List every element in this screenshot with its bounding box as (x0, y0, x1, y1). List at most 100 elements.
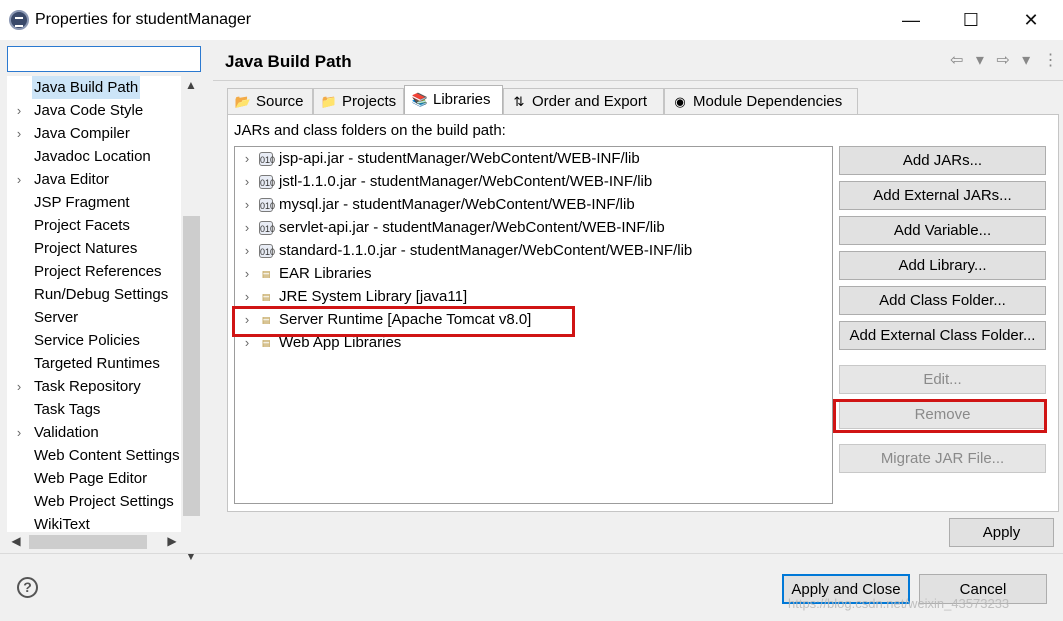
build-path-entry[interactable]: › 010 jstl-1.1.0.jar - studentManager/WebC… (235, 170, 832, 193)
sidebar-item[interactable]: › Validation (7, 421, 181, 444)
expand-chevron-icon[interactable]: › (13, 421, 25, 444)
build-path-entry[interactable]: › 010 servlet-api.jar - studentManager/Web… (235, 216, 832, 239)
add-external-jars-button[interactable]: Add External JARs... (839, 181, 1046, 210)
sidebar-item[interactable]: Targeted Runtimes (7, 352, 181, 375)
eclipse-app-icon (9, 10, 29, 30)
tab-order-and-export[interactable]: ⇅ Order and Export (503, 88, 664, 114)
build-path-entry-label: servlet-api.jar - studentManager/WebCont… (279, 219, 665, 236)
sidebar-item-label: Java Code Style (34, 102, 144, 119)
sidebar-item[interactable]: Web Project Settings (7, 490, 181, 513)
add-library-button[interactable]: Add Library... (839, 251, 1046, 280)
tab-module-dependencies[interactable]: ◉ Module Dependencies (664, 88, 858, 114)
filter-input[interactable] (7, 46, 201, 72)
sidebar-item[interactable]: JSP Fragment (7, 191, 181, 214)
build-path-entry-label: mysql.jar - studentManager/WebContent/WE… (279, 196, 635, 213)
history-nav-icons[interactable]: ⇦ ▾ ⇨ ▾ ⋮ (950, 50, 1063, 70)
sidebar-item[interactable]: Java Build Path (7, 76, 181, 99)
build-path-entry[interactable]: › ▤ JRE System Library [java11] (235, 285, 832, 308)
sidebar-item[interactable]: Server (7, 306, 181, 329)
add-variable-button[interactable]: Add Variable... (839, 216, 1046, 245)
sidebar-item-label: Web Page Editor (34, 470, 148, 487)
header-divider (213, 80, 1063, 81)
sidebar-item-label: Javadoc Location (34, 148, 151, 165)
expand-chevron-icon[interactable]: › (241, 239, 253, 262)
hscroll-thumb[interactable] (29, 535, 147, 549)
add-jars-button[interactable]: Add JARs... (839, 146, 1046, 175)
sidebar-item[interactable]: Task Tags (7, 398, 181, 421)
sidebar-item[interactable]: › Java Compiler (7, 122, 181, 145)
build-path-entry-label: Web App Libraries (279, 334, 402, 351)
scroll-down-icon[interactable]: ▼ (181, 549, 201, 569)
sidebar-item[interactable]: Web Content Settings (7, 444, 181, 467)
library-icon: ▤ (261, 269, 271, 279)
add-class-folder-button[interactable]: Add Class Folder... (839, 286, 1046, 315)
maximize-button[interactable]: ☐ (940, 0, 1002, 40)
tab-projects[interactable]: 📁 Projects (313, 88, 404, 114)
sidebar-item-label: Project Facets (34, 217, 130, 234)
minimize-button[interactable]: — (880, 0, 942, 40)
build-path-entries-list[interactable]: › 010 jsp-api.jar - studentManager/WebCont… (234, 146, 833, 504)
sidebar-item[interactable]: › Java Code Style (7, 99, 181, 122)
expand-chevron-icon[interactable]: › (13, 122, 25, 145)
sidebar-item[interactable]: Javadoc Location (7, 145, 181, 168)
footer-divider (0, 553, 1063, 554)
scroll-left-icon[interactable]: ◀ (7, 532, 25, 551)
expand-chevron-icon[interactable]: › (241, 147, 253, 170)
expand-chevron-icon[interactable]: › (13, 168, 25, 191)
library-icon: ▤ (261, 292, 271, 302)
edit-button[interactable]: Edit... (839, 365, 1046, 394)
add-external-class-folder-button[interactable]: Add External Class Folder... (839, 321, 1046, 350)
jar-file-icon: 010 (259, 198, 275, 212)
sidebar-item-label: Targeted Runtimes (34, 355, 160, 372)
build-path-entry-label: jsp-api.jar - studentManager/WebContent/… (279, 150, 640, 167)
sidebar-item[interactable]: Web Page Editor (7, 467, 181, 490)
scroll-thumb[interactable] (183, 216, 200, 516)
build-path-entry[interactable]: › ▤ EAR Libraries (235, 262, 832, 285)
source-folder-icon: 📂 (234, 94, 252, 109)
tab-libraries[interactable]: 📚 Libraries (404, 85, 503, 115)
order-export-icon: ⇅ (513, 94, 525, 109)
remove-button[interactable]: Remove (839, 400, 1046, 429)
library-icon: ▤ (261, 338, 271, 348)
watermark: https://blog.csdn.net/weixin_43573233 (788, 596, 1010, 611)
libraries-icon: 📚 (411, 92, 429, 107)
sidebar-item[interactable]: Run/Debug Settings (7, 283, 181, 306)
expand-chevron-icon[interactable]: › (241, 308, 253, 331)
help-icon[interactable]: ? (17, 577, 38, 598)
migrate-jar-button[interactable]: Migrate JAR File... (839, 444, 1046, 473)
jar-file-icon: 010 (259, 244, 275, 258)
tab-source[interactable]: 📂 Source (227, 88, 313, 114)
expand-chevron-icon[interactable]: › (13, 99, 25, 122)
expand-chevron-icon[interactable]: › (241, 216, 253, 239)
expand-chevron-icon[interactable]: › (241, 170, 253, 193)
sidebar-item[interactable]: Project Natures (7, 237, 181, 260)
scroll-up-icon[interactable]: ▲ (181, 78, 201, 98)
expand-chevron-icon[interactable]: › (241, 193, 253, 216)
sidebar-item[interactable]: Project References (7, 260, 181, 283)
sidebar-item-label: Server (34, 309, 79, 326)
window-title: Properties for studentManager (35, 11, 252, 28)
expand-chevron-icon[interactable]: › (241, 285, 253, 308)
build-path-entry[interactable]: › 010 jsp-api.jar - studentManager/WebCont… (235, 147, 832, 170)
close-button[interactable]: ✕ (1000, 0, 1062, 40)
sidebar-item[interactable]: Project Facets (7, 214, 181, 237)
sidebar-item[interactable]: › Java Editor (7, 168, 181, 191)
expand-chevron-icon[interactable]: › (241, 262, 253, 285)
tree-horizontal-scrollbar[interactable]: ◀ ▶ (7, 532, 181, 551)
sidebar-item[interactable]: Service Policies (7, 329, 181, 352)
build-path-entry-label: jstl-1.1.0.jar - studentManager/WebConte… (279, 173, 653, 190)
build-path-entry[interactable]: › ▤ Server Runtime [Apache Tomcat v8.0] (235, 308, 832, 331)
page-title: Java Build Path (225, 52, 352, 71)
build-path-entry[interactable]: › ▤ Web App Libraries (235, 331, 832, 354)
build-path-entry-label: EAR Libraries (279, 265, 372, 282)
tree-vertical-scrollbar[interactable]: ▲ ▼ (181, 76, 201, 563)
expand-chevron-icon[interactable]: › (241, 331, 253, 354)
build-path-entry[interactable]: › 010 mysql.jar - studentManager/WebConten… (235, 193, 832, 216)
module-icon: ◉ (674, 94, 686, 109)
scroll-right-icon[interactable]: ▶ (163, 532, 181, 551)
build-path-entry[interactable]: › 010 standard-1.1.0.jar - studentManager/… (235, 239, 832, 262)
sidebar-item[interactable]: › Task Repository (7, 375, 181, 398)
tab-label: Libraries (433, 91, 491, 108)
expand-chevron-icon[interactable]: › (13, 375, 25, 398)
apply-button[interactable]: Apply (949, 518, 1054, 547)
